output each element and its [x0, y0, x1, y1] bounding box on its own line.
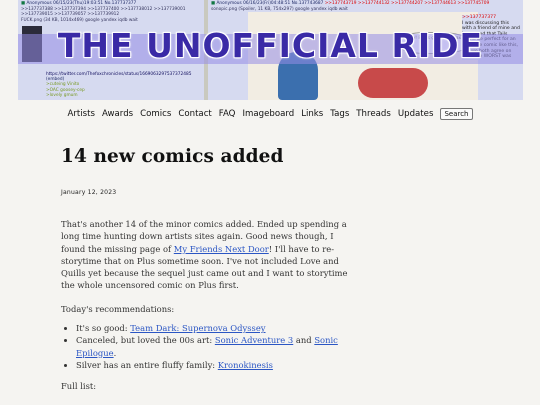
link-my-friends-next-door[interactable]: My Friends Next Door	[174, 244, 269, 254]
nav-updates[interactable]: Updates	[398, 109, 434, 119]
list-item: Silver has an entire fluffy family: Kron…	[76, 359, 351, 371]
main-nav: Artists Awards Comics Contact FAQ Imageb…	[0, 108, 540, 120]
greentext-3: >lovely gmum	[46, 92, 78, 98]
post-replies: >>137743719 >>137744132 >>137744207 >>13…	[324, 1, 490, 6]
site-logo[interactable]: THE UNOFFICIAL RIDE	[18, 26, 523, 65]
link-sonic-adventure-3[interactable]: Sonic Adventure 3	[215, 335, 293, 345]
nav-contact[interactable]: Contact	[178, 109, 211, 119]
nav-artists[interactable]: Artists	[67, 109, 95, 119]
nav-threads[interactable]: Threads	[356, 109, 391, 119]
article-date: January 12, 2023	[61, 189, 117, 196]
article-title: 14 new comics added	[61, 146, 284, 167]
rec-text: Silver has an entire fluffy family:	[76, 359, 218, 370]
rec-text: and	[293, 335, 315, 346]
post-header: Anonymous 06/16/23(Fri)04:48:51 No.13774…	[216, 1, 324, 6]
recommendations-heading: Today's recommendations:	[61, 303, 175, 314]
post-header: Anonymous 06/15/23(Thu)19:03:51 No.13773…	[26, 1, 137, 6]
nav-awards[interactable]: Awards	[102, 109, 133, 119]
post-link: https://twitter.com/Thefoxchronicles/sta…	[46, 72, 192, 77]
nav-comics[interactable]: Comics	[140, 109, 171, 119]
nav-imageboard[interactable]: Imageboard	[242, 109, 294, 119]
full-list-heading: Full list:	[61, 381, 97, 392]
art-character-red	[358, 68, 428, 98]
rec-text: Canceled, but loved the 00s art:	[76, 335, 215, 346]
list-item: It's so good: Team Dark: Supernova Odyss…	[76, 322, 351, 334]
rec-text: It's so good:	[76, 323, 131, 334]
link-kronokinesis[interactable]: Kronokinesis	[218, 360, 273, 370]
post-replies: >>137737388 >>137737394 >>137737400 >>13…	[21, 7, 186, 18]
nav-faq[interactable]: FAQ	[219, 109, 236, 119]
recommendations-list: It's so good: Team Dark: Supernova Odyss…	[61, 322, 351, 371]
article-paragraph: That's another 14 of the minor comics ad…	[61, 218, 351, 292]
search-button[interactable]: Search	[440, 108, 473, 120]
nav-tags[interactable]: Tags	[330, 109, 349, 119]
article: 14 new comics added January 12, 2023 Tha…	[61, 146, 351, 391]
nav-links[interactable]: Links	[301, 109, 323, 119]
link-team-dark[interactable]: Team Dark: Supernova Odyssey	[130, 323, 265, 333]
site-banner[interactable]: ■ Anonymous 06/15/23(Thu)19:03:51 No.137…	[18, 0, 523, 100]
post-file: FUCK.png (34 KB, 1014x469) google yandex…	[21, 17, 138, 23]
rec-text: .	[113, 347, 117, 358]
list-item: Canceled, but loved the 00s art: Sonic A…	[76, 334, 351, 359]
